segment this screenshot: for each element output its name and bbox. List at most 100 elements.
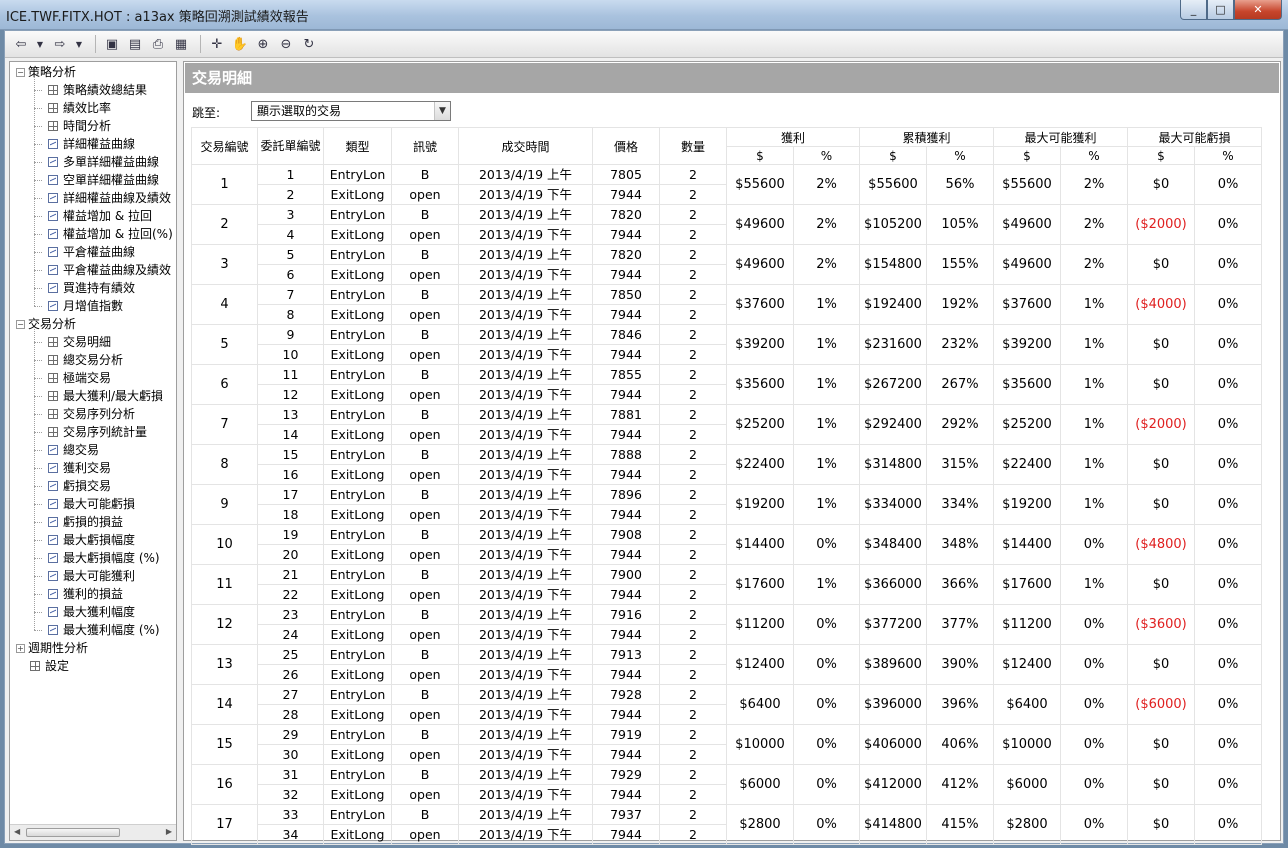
- col-maxp-usd: $: [993, 146, 1061, 165]
- table-row[interactable]: 13 25 EntryLon B 2013/4/19 上午 7913 2 $12400 0% $3…: [191, 644, 1262, 685]
- time-cell: 2013/4/19 上午: [458, 684, 593, 705]
- scroll-right-icon[interactable]: ▶: [166, 827, 172, 836]
- forward-dropdown-icon[interactable]: ▼: [73, 34, 85, 54]
- tree-item[interactable]: 權益增加 & 拉回(%): [48, 225, 173, 243]
- qty-cell: 2: [659, 644, 727, 665]
- navigation-tree[interactable]: ◀ ▶ − 策略分析 策略績效總結果 績效比率 時間分析 詳細權益曲線 多單詳細權益曲線 空單…: [9, 61, 177, 841]
- tree-item[interactable]: 空單詳細權益曲線: [48, 171, 159, 189]
- profit-cell: $37600: [726, 284, 794, 325]
- tree-item[interactable]: 時間分析: [48, 117, 111, 135]
- tree-item[interactable]: 月增值指數: [48, 297, 123, 315]
- tree-item[interactable]: 總交易分析: [48, 351, 123, 369]
- tree-item[interactable]: − 交易分析: [16, 315, 76, 333]
- tree-item[interactable]: 最大獲利幅度: [48, 603, 135, 621]
- tree-item[interactable]: 獲利的損益: [48, 585, 123, 603]
- cum-profit-cell: $292400: [859, 404, 927, 445]
- tree-item[interactable]: 平倉權益曲線及績效: [48, 261, 171, 279]
- table-row[interactable]: 6 11 EntryLon B 2013/4/19 上午 7855 2 $35600 1% $26…: [191, 364, 1262, 405]
- tree-item[interactable]: 設定: [16, 657, 69, 675]
- print-icon[interactable]: ⎙: [148, 34, 168, 54]
- order-no-cell: 8: [257, 304, 324, 325]
- scroll-left-icon[interactable]: ◀: [14, 827, 20, 836]
- tree-item[interactable]: 虧損交易: [48, 477, 111, 495]
- tree-item[interactable]: 詳細權益曲線及績效: [48, 189, 171, 207]
- table-row[interactable]: 3 5 EntryLon B 2013/4/19 上午 7820 2 $49600 2% $154…: [191, 244, 1262, 285]
- profit-cell: $35600: [726, 364, 794, 405]
- tree-item[interactable]: 績效比率: [48, 99, 111, 117]
- table-view-icon[interactable]: ▦: [171, 34, 191, 54]
- table-row[interactable]: 15 29 EntryLon B 2013/4/19 上午 7919 2 $10000 0% $4…: [191, 724, 1262, 765]
- minimize-button[interactable]: _: [1180, 0, 1207, 20]
- table-report-icon: [48, 337, 58, 347]
- tree-item[interactable]: 詳細權益曲線: [48, 135, 135, 153]
- signal-cell: open: [391, 464, 459, 485]
- expand-icon[interactable]: +: [16, 643, 25, 653]
- tree-item[interactable]: 總交易: [48, 441, 99, 459]
- table-report-icon: [30, 661, 40, 671]
- tree-item[interactable]: 極端交易: [48, 369, 111, 387]
- table-row[interactable]: 12 23 EntryLon B 2013/4/19 上午 7916 2 $11200 0% $3…: [191, 604, 1262, 645]
- window-controls: _ □ ✕: [1180, 0, 1282, 20]
- tree-item[interactable]: 交易序列統計量: [48, 423, 147, 441]
- tree-item[interactable]: 獲利交易: [48, 459, 111, 477]
- table-row[interactable]: 16 31 EntryLon B 2013/4/19 上午 7929 2 $6000 0% $41…: [191, 764, 1262, 805]
- table-row[interactable]: 5 9 EntryLon B 2013/4/19 上午 7846 2 $39200 1% $231…: [191, 324, 1262, 365]
- zoom-out-icon[interactable]: ⊖: [276, 34, 296, 54]
- tree-item[interactable]: 策略績效總結果: [48, 81, 147, 99]
- table-row[interactable]: 10 19 EntryLon B 2013/4/19 上午 7908 2 $14400 0% $3…: [191, 524, 1262, 565]
- table-row[interactable]: 2 3 EntryLon B 2013/4/19 上午 7820 2 $49600 2% $105…: [191, 204, 1262, 245]
- type-cell: ExitLong: [323, 744, 392, 765]
- max-profit-cell: $35600: [993, 364, 1061, 405]
- print-preview-icon[interactable]: ▤: [125, 34, 145, 54]
- back-icon[interactable]: ⇦: [11, 34, 31, 54]
- max-profit-pct-cell: 1%: [1060, 444, 1128, 485]
- chart-report-icon: [48, 247, 58, 257]
- tree-item[interactable]: 交易序列分析: [48, 405, 135, 423]
- tree-item[interactable]: − 策略分析: [16, 63, 76, 81]
- table-row[interactable]: 1 1 EntryLon B 2013/4/19 上午 7805 2 $55600 2% $556…: [191, 164, 1262, 205]
- tree-item[interactable]: 最大獲利/最大虧損: [48, 387, 163, 405]
- table-row[interactable]: 14 27 EntryLon B 2013/4/19 上午 7928 2 $6400 0% $39…: [191, 684, 1262, 725]
- profit-pct-cell: 1%: [793, 444, 860, 485]
- table-row[interactable]: 9 17 EntryLon B 2013/4/19 上午 7896 2 $19200 1% $33…: [191, 484, 1262, 525]
- reset-zoom-icon[interactable]: ↻: [299, 34, 319, 54]
- toolbar-separator: [95, 35, 96, 53]
- scrollbar-thumb[interactable]: [26, 828, 120, 837]
- maximize-button[interactable]: □: [1207, 0, 1234, 20]
- tree-item[interactable]: 最大獲利幅度 (%): [48, 621, 160, 639]
- crosshair-icon[interactable]: ✛: [207, 34, 227, 54]
- chevron-down-icon[interactable]: ▼: [434, 102, 450, 120]
- goto-select[interactable]: 顯示選取的交易 ▼: [251, 101, 451, 121]
- table-row[interactable]: 17 33 EntryLon B 2013/4/19 上午 7937 2 $2800 0% $41…: [191, 804, 1262, 845]
- tree-item[interactable]: 多單詳細權益曲線: [48, 153, 159, 171]
- save-icon[interactable]: ▣: [102, 34, 122, 54]
- tree-item[interactable]: + 週期性分析: [16, 639, 88, 657]
- pan-hand-icon[interactable]: ✋: [230, 34, 250, 54]
- table-row[interactable]: 11 21 EntryLon B 2013/4/19 上午 7900 2 $17600 1% $3…: [191, 564, 1262, 605]
- chart-report-icon: [48, 463, 58, 473]
- tree-item[interactable]: 最大虧損幅度: [48, 531, 135, 549]
- report-pane: 交易明細 跳至: 顯示選取的交易 ▼ 交易編號 委託單編號 類型 訊號 成交時間…: [183, 61, 1281, 845]
- toolbar-separator: [200, 35, 201, 53]
- tree-horizontal-scrollbar[interactable]: ◀ ▶: [10, 824, 176, 840]
- table-row[interactable]: 8 15 EntryLon B 2013/4/19 上午 7888 2 $22400 1% $31…: [191, 444, 1262, 485]
- close-button[interactable]: ✕: [1234, 0, 1282, 20]
- tree-item[interactable]: 交易明細: [48, 333, 111, 351]
- collapse-icon[interactable]: −: [16, 319, 25, 329]
- tree-item[interactable]: 最大虧損幅度 (%): [48, 549, 160, 567]
- tree-item[interactable]: 權益增加 & 拉回: [48, 207, 152, 225]
- forward-icon[interactable]: ⇨: [50, 34, 70, 54]
- chart-report-icon: [48, 517, 58, 527]
- collapse-icon[interactable]: −: [16, 67, 25, 77]
- back-dropdown-icon[interactable]: ▼: [34, 34, 46, 54]
- table-row[interactable]: 7 13 EntryLon B 2013/4/19 上午 7881 2 $25200 1% $29…: [191, 404, 1262, 445]
- tree-item[interactable]: 虧損的損益: [48, 513, 123, 531]
- tree-item[interactable]: 平倉權益曲線: [48, 243, 135, 261]
- trade-no-cell: 10: [191, 524, 258, 565]
- tree-item[interactable]: 買進持有績效: [48, 279, 135, 297]
- tree-item[interactable]: 最大可能獲利: [48, 567, 135, 585]
- table-row[interactable]: 4 7 EntryLon B 2013/4/19 上午 7850 2 $37600 1% $192…: [191, 284, 1262, 325]
- col-cum-usd: $: [859, 146, 927, 165]
- tree-item[interactable]: 最大可能虧損: [48, 495, 135, 513]
- zoom-in-icon[interactable]: ⊕: [253, 34, 273, 54]
